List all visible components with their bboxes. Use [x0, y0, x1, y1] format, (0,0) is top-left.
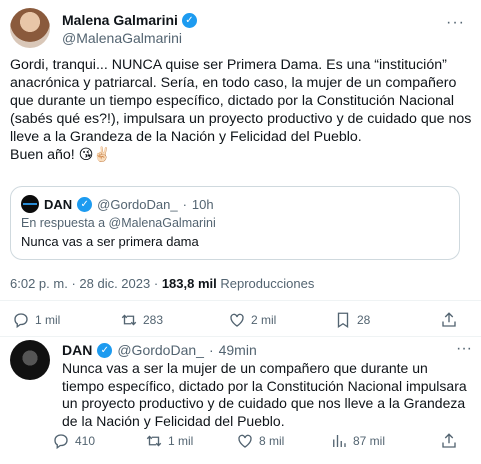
reply-author-avatar[interactable]: [10, 340, 50, 380]
retweet-count: 283: [143, 313, 164, 327]
verified-badge-icon: ✓: [181, 12, 197, 28]
reply-author-handle[interactable]: @GordoDan_: [117, 342, 204, 358]
like-button[interactable]: 8 mil: [236, 432, 284, 450]
reply-count: 1 mil: [35, 313, 61, 327]
reply-separator: ·: [208, 342, 214, 358]
tweet-views-label: Reproducciones: [220, 276, 315, 291]
retweet-button[interactable]: 1 mil: [145, 432, 193, 450]
like-count: 2 mil: [251, 313, 277, 327]
author-name[interactable]: Malena Galmarini: [62, 12, 178, 28]
quoted-author-handle: @GordoDan_: [97, 196, 178, 212]
divider: [0, 336, 481, 337]
quoted-reply-to: En respuesta a @MalenaGalmarini: [21, 216, 216, 230]
reply-icon: [54, 434, 68, 450]
author-name-row: Malena Galmarini ✓: [62, 12, 197, 28]
retweet-button[interactable]: 283: [120, 311, 163, 329]
tweet-text: Gordi, tranqui... NUNCA quise ser Primer…: [10, 57, 476, 145]
divider: [0, 300, 481, 301]
share-button[interactable]: [440, 311, 458, 329]
retweet-icon: [146, 435, 162, 447]
quoted-tweet-header: DAN ✓ @GordoDan_ · 10h: [21, 195, 214, 213]
like-icon: [238, 434, 252, 448]
tweet-meta: 6:02 p. m. · 28 dic. 2023 · 183,8 mil Re…: [10, 276, 314, 291]
reply-text: Nunca vas a ser la mujer de un compañero…: [62, 360, 467, 429]
quoted-author-name: DAN: [44, 196, 73, 212]
views-icon: [333, 435, 346, 447]
bookmark-icon: [337, 312, 349, 329]
reply-author-name[interactable]: DAN: [62, 342, 92, 358]
meta-separator: ·: [153, 276, 162, 291]
like-count: 8 mil: [259, 434, 285, 448]
tweet-views-count: 183,8 mil: [161, 276, 217, 291]
share-button[interactable]: [440, 432, 458, 450]
retweet-icon: [121, 314, 137, 326]
tweet-actions: 1 mil 283 2 mil 28: [0, 309, 481, 331]
tweet-header: Malena Galmarini ✓ @MalenaGalmarini ···: [10, 6, 471, 52]
views-button[interactable]: 87 mil: [330, 432, 385, 450]
reply-icon: [14, 313, 28, 329]
tweet-time[interactable]: 6:02 p. m.: [10, 276, 68, 291]
reply-actions: 410 1 mil 8 mil 87 mil: [0, 430, 481, 452]
verified-badge-icon: ✓: [77, 196, 93, 212]
tweet-text-closing: Buen año! 😘✌🏻: [10, 147, 112, 163]
share-icon: [442, 312, 456, 327]
quoted-author-avatar: [21, 195, 39, 213]
reply-button[interactable]: 410: [52, 432, 95, 450]
reply-count: 410: [75, 434, 96, 448]
bookmark-count: 28: [357, 313, 371, 327]
author-avatar[interactable]: [10, 8, 50, 48]
quoted-separator: ·: [182, 196, 187, 212]
like-button[interactable]: 2 mil: [228, 311, 276, 329]
retweet-count: 1 mil: [168, 434, 194, 448]
tweet-body: Gordi, tranqui... NUNCA quise ser Primer…: [10, 56, 472, 164]
share-icon: [442, 433, 456, 448]
more-icon[interactable]: ···: [446, 14, 465, 32]
reply-time[interactable]: 49min: [219, 342, 257, 358]
author-handle[interactable]: @MalenaGalmarini: [62, 30, 182, 46]
more-icon[interactable]: ···: [456, 340, 472, 358]
like-icon: [230, 313, 244, 327]
bookmark-button[interactable]: 28: [334, 311, 370, 329]
reply-tweet-header: DAN ✓ @GordoDan_ · 49min: [62, 342, 257, 358]
quoted-tweet[interactable]: DAN ✓ @GordoDan_ · 10h En respuesta a @M…: [10, 186, 460, 260]
quoted-time: 10h: [191, 196, 214, 212]
views-count: 87 mil: [353, 434, 386, 448]
tweet-date[interactable]: 28 dic. 2023: [79, 276, 150, 291]
reply-button[interactable]: 1 mil: [12, 311, 60, 329]
quoted-text: Nunca vas a ser primera dama: [21, 234, 199, 249]
verified-badge-icon: ✓: [97, 342, 113, 358]
